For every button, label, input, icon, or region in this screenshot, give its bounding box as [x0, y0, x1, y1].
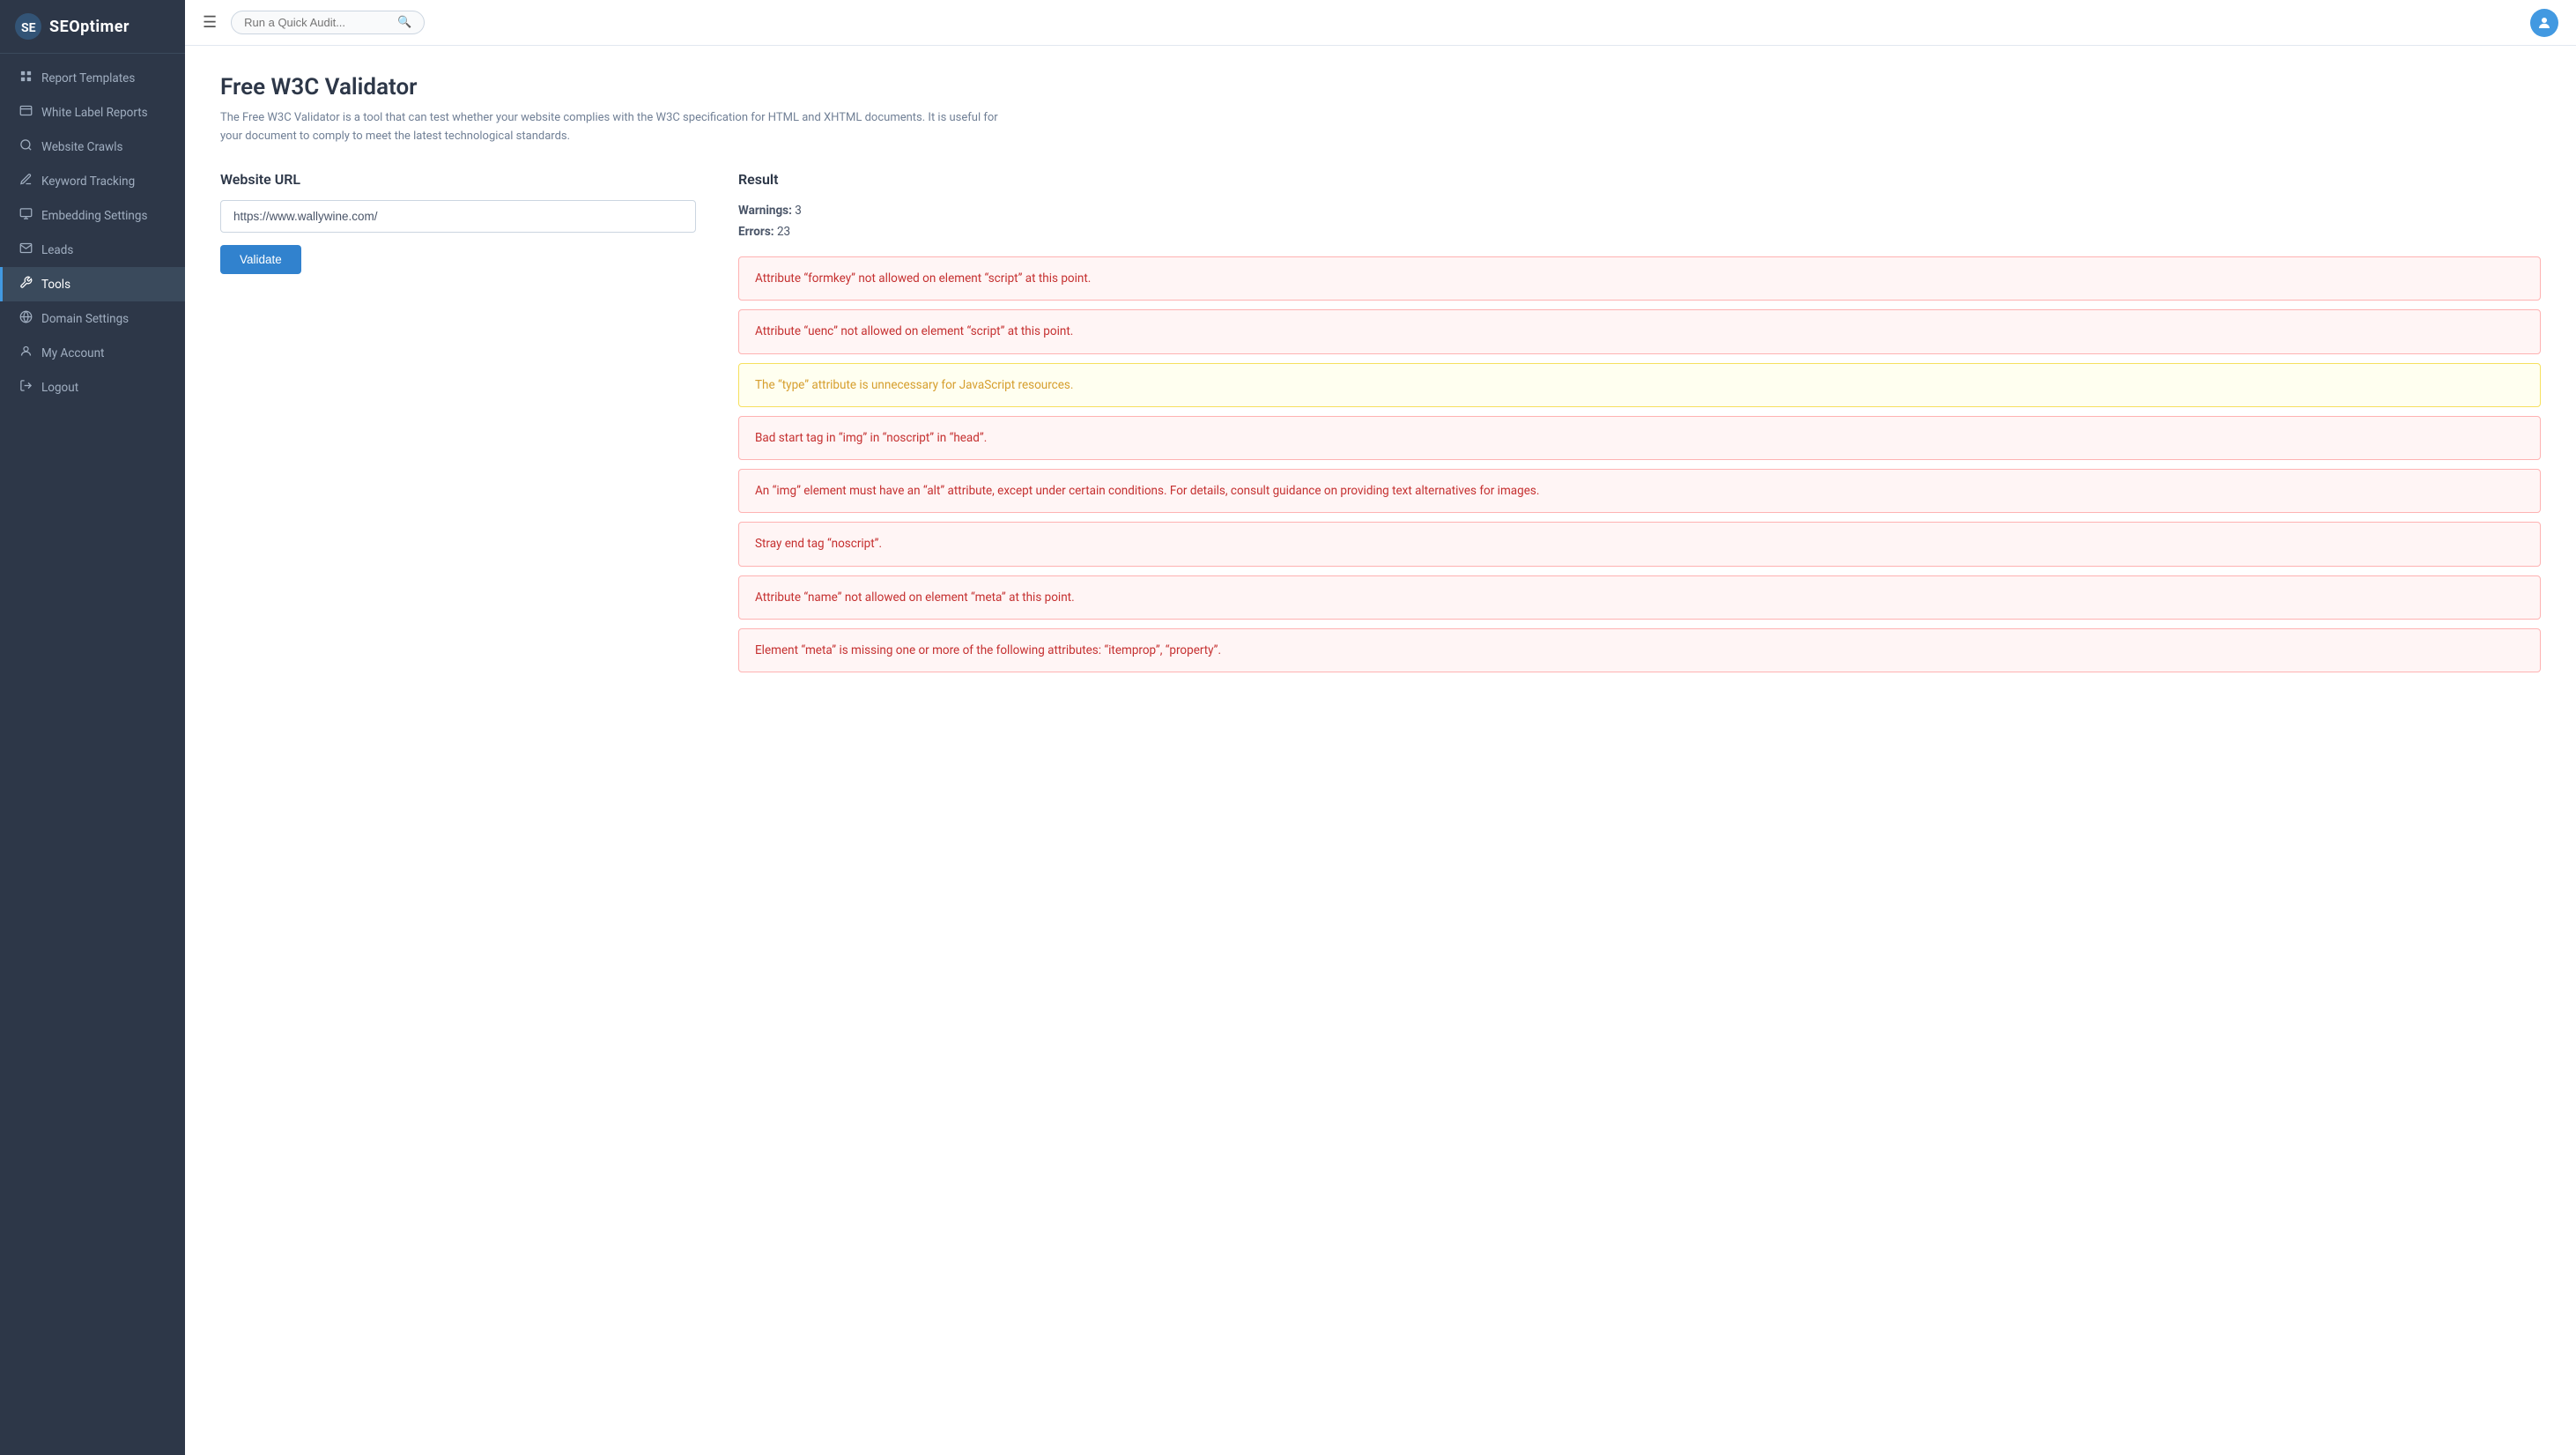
error-item: Bad start tag in “img” in “noscript” in …	[738, 416, 2541, 460]
search-icon: 🔍	[397, 16, 411, 29]
main-area: ☰ 🔍 Free W3C Validator The Free W3C Vali…	[185, 0, 2576, 1455]
sidebar-label-report-templates: Report Templates	[41, 71, 135, 85]
two-column-layout: Website URL Validate Result Warnings: 3 …	[220, 171, 2541, 682]
sidebar-item-leads[interactable]: Leads	[0, 233, 185, 267]
sidebar-item-domain-settings[interactable]: Domain Settings	[0, 301, 185, 336]
leads-icon	[19, 241, 33, 258]
warnings-stat: Warnings: 3	[738, 200, 2541, 221]
sidebar-label-embedding: Embedding Settings	[41, 209, 147, 223]
hamburger-icon[interactable]: ☰	[203, 13, 217, 32]
report-templates-icon	[19, 70, 33, 86]
page-description: The Free W3C Validator is a tool that ca…	[220, 109, 1013, 146]
sidebar-label-keyword-tracking: Keyword Tracking	[41, 174, 135, 189]
error-item: Stray end tag “noscript”.	[738, 522, 2541, 566]
search-input[interactable]	[244, 16, 390, 29]
sidebar-item-white-label-reports[interactable]: White Label Reports	[0, 95, 185, 130]
logo-text: SEOptimer	[49, 18, 130, 36]
sidebar-label-account: My Account	[41, 346, 104, 360]
error-item: The “type” attribute is unnecessary for …	[738, 363, 2541, 407]
topbar: ☰ 🔍	[185, 0, 2576, 46]
errors-count: 23	[777, 225, 790, 239]
user-avatar[interactable]	[2530, 9, 2558, 37]
sidebar-item-my-account[interactable]: My Account	[0, 336, 185, 370]
url-section-label: Website URL	[220, 171, 696, 188]
sidebar: SE SEOptimer Report Templates White Labe…	[0, 0, 185, 1455]
sidebar-item-logout[interactable]: Logout	[0, 370, 185, 405]
content-area: Free W3C Validator The Free W3C Validato…	[185, 46, 2576, 1455]
sidebar-item-keyword-tracking[interactable]: Keyword Tracking	[0, 164, 185, 198]
sidebar-label-domain: Domain Settings	[41, 312, 129, 326]
sidebar-item-embedding-settings[interactable]: Embedding Settings	[0, 198, 185, 233]
embedding-icon	[19, 207, 33, 224]
error-item: An “img” element must have an “alt” attr…	[738, 469, 2541, 513]
sidebar-item-tools[interactable]: Tools	[0, 267, 185, 301]
logo-icon: SE	[14, 12, 42, 41]
sidebar-label-tools: Tools	[41, 278, 70, 292]
crawls-icon	[19, 138, 33, 155]
tools-icon	[19, 276, 33, 293]
white-label-icon	[19, 104, 33, 121]
page-title: Free W3C Validator	[220, 74, 2541, 100]
left-column: Website URL Validate	[220, 171, 696, 274]
sidebar-label-white-label: White Label Reports	[41, 106, 148, 120]
url-input[interactable]	[220, 200, 696, 233]
sidebar-nav: Report Templates White Label Reports Web…	[0, 54, 185, 1455]
account-icon	[19, 345, 33, 361]
errors-list: Attribute “formkey” not allowed on eleme…	[738, 256, 2541, 672]
svg-text:SE: SE	[21, 21, 36, 35]
error-item: Element “meta” is missing one or more of…	[738, 628, 2541, 672]
error-item: Attribute “name” not allowed on element …	[738, 575, 2541, 620]
sidebar-item-website-crawls[interactable]: Website Crawls	[0, 130, 185, 164]
warnings-count: 3	[795, 204, 802, 218]
sidebar-logo: SE SEOptimer	[0, 0, 185, 54]
sidebar-label-logout: Logout	[41, 381, 78, 395]
errors-label: Errors:	[738, 225, 774, 239]
search-bar[interactable]: 🔍	[231, 11, 425, 34]
right-column: Result Warnings: 3 Errors: 23 Attribute …	[738, 171, 2541, 682]
validate-button[interactable]: Validate	[220, 245, 301, 274]
sidebar-label-website-crawls: Website Crawls	[41, 140, 123, 154]
error-item: Attribute “uenc” not allowed on element …	[738, 309, 2541, 353]
sidebar-label-leads: Leads	[41, 243, 73, 257]
errors-stat: Errors: 23	[738, 221, 2541, 242]
warnings-label: Warnings:	[738, 204, 792, 218]
result-stats: Warnings: 3 Errors: 23	[738, 200, 2541, 243]
result-section-label: Result	[738, 171, 2541, 188]
topbar-right	[2530, 9, 2558, 37]
sidebar-item-report-templates[interactable]: Report Templates	[0, 61, 185, 95]
topbar-left: ☰ 🔍	[203, 11, 425, 34]
keyword-icon	[19, 173, 33, 189]
error-item: Attribute “formkey” not allowed on eleme…	[738, 256, 2541, 301]
domain-icon	[19, 310, 33, 327]
logout-icon	[19, 379, 33, 396]
